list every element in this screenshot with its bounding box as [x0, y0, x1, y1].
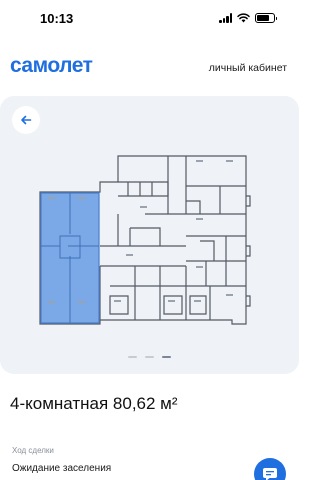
status-time: 10:13 — [40, 11, 74, 26]
battery-fill — [257, 15, 270, 21]
deal-status: Ожидание заселения — [12, 463, 112, 474]
status-bar: 10:13 — [0, 0, 299, 40]
carousel-indicator — [0, 356, 299, 358]
apartment-title: 4-комнатная 80,62 м² — [10, 394, 178, 413]
carousel-dot-active[interactable] — [162, 356, 171, 358]
battery-icon — [255, 13, 277, 23]
carousel-dot[interactable] — [145, 356, 154, 358]
floor-plan-card — [0, 96, 299, 374]
arrow-left-icon — [21, 115, 32, 125]
personal-cabinet-link[interactable]: личный кабинет — [209, 62, 287, 74]
chat-icon — [263, 468, 277, 480]
carousel-dot[interactable] — [128, 356, 137, 358]
status-icons — [219, 13, 277, 23]
wifi-icon — [237, 13, 250, 23]
back-button[interactable] — [12, 106, 40, 134]
selected-apartment-highlight — [40, 192, 100, 324]
brand-logo[interactable]: самолет — [10, 54, 93, 78]
floor-plan-image[interactable] — [0, 96, 299, 374]
cellular-signal-icon — [219, 13, 232, 23]
deal-progress-label: Ход сделки — [12, 446, 54, 455]
app-header: самолет личный кабинет — [0, 50, 299, 84]
chat-button[interactable] — [254, 458, 286, 480]
